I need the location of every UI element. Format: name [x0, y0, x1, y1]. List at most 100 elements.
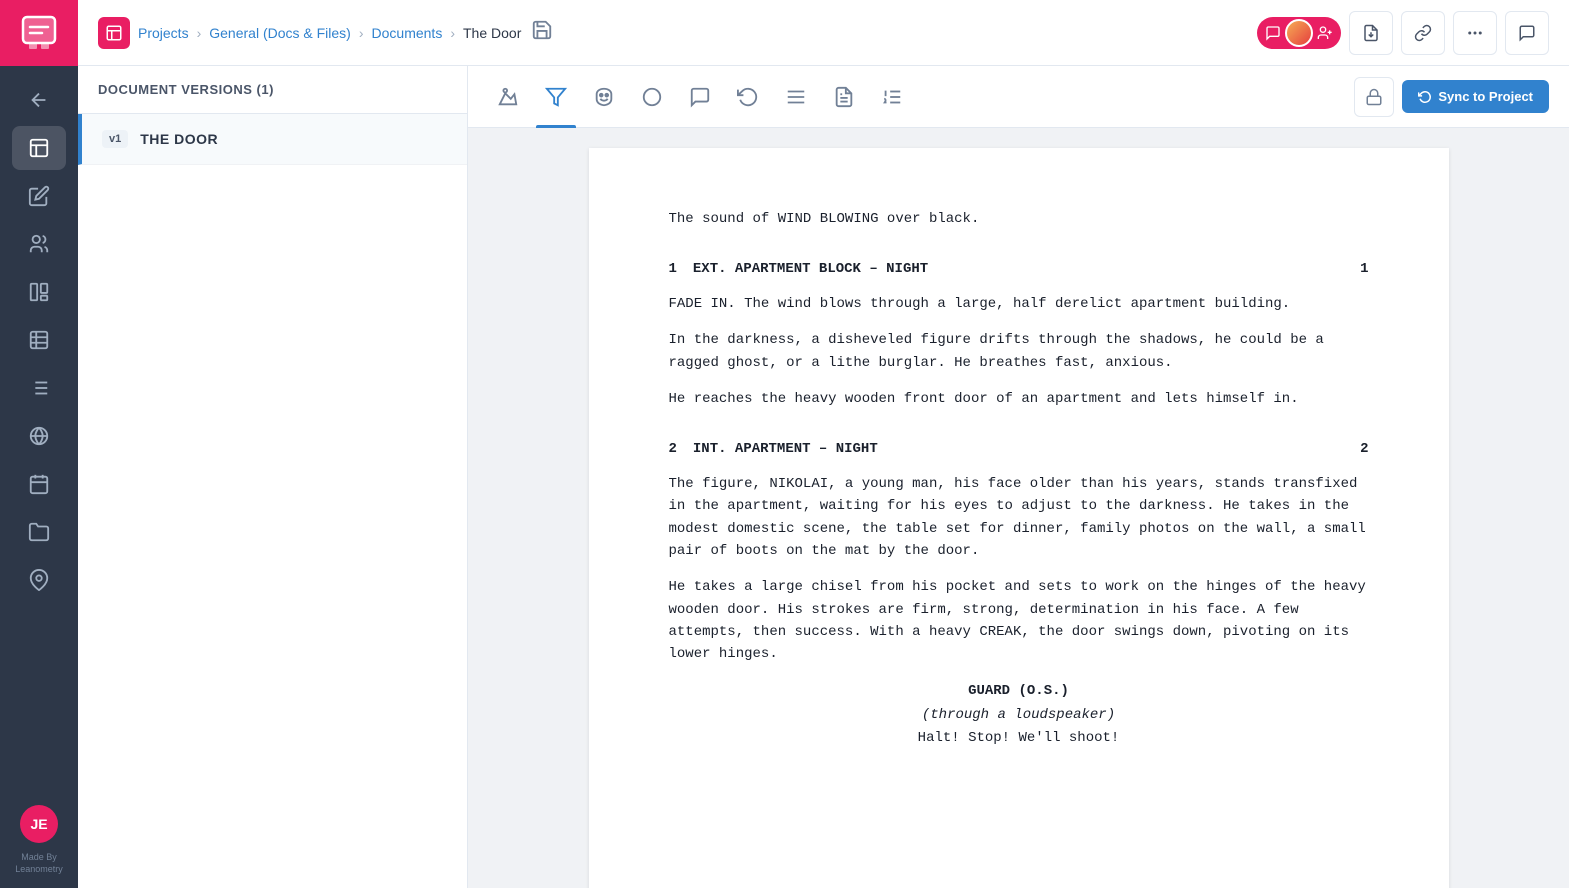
intro-text: The sound of WIND BLOWING over black.: [669, 208, 1369, 230]
people-icon: [28, 233, 50, 255]
sidebar: DOCUMENT VERSIONS (1) v1 THE DOOR: [78, 66, 468, 888]
version-title: THE DOOR: [140, 131, 218, 147]
lock-button[interactable]: [1354, 77, 1394, 117]
toolbar-scene[interactable]: [488, 77, 528, 117]
comments-icon: [689, 86, 711, 108]
back-icon: [28, 89, 50, 111]
breadcrumb-general[interactable]: General (Docs & Files): [209, 25, 351, 41]
list-icon: [28, 377, 50, 399]
nav-board[interactable]: [12, 270, 66, 314]
comments-panel-button[interactable]: [1505, 11, 1549, 55]
board-icon: [28, 281, 50, 303]
more-icon: [1466, 24, 1484, 42]
revisions-icon: [737, 86, 759, 108]
dialogue-line: Halt! Stop! We'll shoot!: [669, 727, 1369, 749]
logo-icon: [21, 15, 57, 51]
breadcrumb-sep-2: ›: [359, 25, 364, 41]
circle-icon: [641, 86, 663, 108]
document-page: The sound of WIND BLOWING over black. 1 …: [589, 148, 1449, 888]
nav-people[interactable]: [12, 222, 66, 266]
breadcrumb-current: The Door: [463, 25, 521, 41]
document-area[interactable]: The sound of WIND BLOWING over black. 1 …: [468, 128, 1569, 888]
scene-2-para-1: The figure, NIKOLAI, a young man, his fa…: [669, 473, 1369, 563]
scene-2-block: 2 INT. APARTMENT – NIGHT 2 The figure, N…: [669, 438, 1369, 749]
toolbar-outline[interactable]: [632, 77, 672, 117]
toolbar: Sync to Project: [468, 66, 1569, 128]
breadcrumb-projects[interactable]: Projects: [138, 25, 189, 41]
body-layout: DOCUMENT VERSIONS (1) v1 THE DOOR: [78, 66, 1569, 888]
back-button[interactable]: [12, 78, 66, 122]
app-logo[interactable]: [0, 0, 78, 66]
link-icon: [1414, 24, 1432, 42]
scene-1-heading-text: EXT. APARTMENT BLOCK – NIGHT: [693, 258, 1360, 280]
toolbar-revisions[interactable]: [728, 77, 768, 117]
export-button[interactable]: [1349, 11, 1393, 55]
lock-icon: [1365, 88, 1383, 106]
nav-sport[interactable]: [12, 414, 66, 458]
breadcrumb-sep-3: ›: [450, 25, 455, 41]
doc-type-icon: [98, 17, 130, 49]
numbering-icon: [881, 86, 903, 108]
top-header: Projects › General (Docs & Files) › Docu…: [78, 0, 1569, 66]
folder-icon: [28, 521, 50, 543]
save-button[interactable]: [531, 19, 553, 46]
scene-1-block: 1 EXT. APARTMENT BLOCK – NIGHT 1 FADE IN…: [669, 258, 1369, 410]
user-avatar[interactable]: JE: [20, 805, 58, 843]
sport-icon: [28, 425, 50, 447]
scene-1-heading: 1 EXT. APARTMENT BLOCK – NIGHT 1: [669, 258, 1369, 280]
version-item-1[interactable]: v1 THE DOOR: [78, 114, 467, 165]
toolbar-characters[interactable]: [584, 77, 624, 117]
nav-list[interactable]: [12, 366, 66, 410]
format-icon: [785, 86, 807, 108]
toolbar-area: Sync to Project The sound of WIND BLOWIN…: [468, 66, 1569, 888]
header-left: Projects › General (Docs & Files) › Docu…: [98, 17, 553, 49]
sidebar-header: DOCUMENT VERSIONS (1): [78, 66, 467, 114]
nav-folder[interactable]: [12, 510, 66, 554]
toolbar-notes[interactable]: [824, 77, 864, 117]
nav-document[interactable]: [12, 126, 66, 170]
character-name: GUARD (O.S.): [669, 680, 1369, 702]
sync-icon: [1418, 90, 1432, 104]
made-by-label: Made By Leanometry: [0, 851, 78, 876]
nav-edit[interactable]: [12, 174, 66, 218]
scene-2-heading-text: INT. APARTMENT – NIGHT: [693, 438, 1360, 460]
notes-icon: [833, 86, 855, 108]
main-area: Projects › General (Docs & Files) › Docu…: [78, 0, 1569, 888]
scene-1-number-left: 1: [669, 258, 677, 280]
sync-label: Sync to Project: [1438, 89, 1533, 104]
link-button[interactable]: [1401, 11, 1445, 55]
scene-2-number-left: 2: [669, 438, 677, 460]
nav-location[interactable]: [12, 558, 66, 602]
document-icon: [28, 137, 50, 159]
nav-calendar[interactable]: [12, 462, 66, 506]
collaborator-avatar: [1285, 19, 1313, 47]
toolbar-format[interactable]: [776, 77, 816, 117]
more-options-button[interactable]: [1453, 11, 1497, 55]
toolbar-script[interactable]: [536, 77, 576, 117]
doc-intro: The sound of WIND BLOWING over black.: [669, 208, 1369, 230]
table-icon: [28, 329, 50, 351]
save-icon: [531, 19, 553, 41]
chat-bubble-icon: [1265, 25, 1281, 41]
location-icon: [28, 569, 50, 591]
breadcrumb: Projects › General (Docs & Files) › Docu…: [138, 25, 521, 41]
sync-to-project-button[interactable]: Sync to Project: [1402, 80, 1549, 113]
parenthetical: (through a loudspeaker): [669, 704, 1369, 726]
scene-2-number-right: 2: [1360, 438, 1368, 460]
toolbar-comments[interactable]: [680, 77, 720, 117]
add-collaborator-icon: [1317, 25, 1333, 41]
nav-table[interactable]: [12, 318, 66, 362]
doc-icon: [105, 24, 123, 42]
mask-icon: [593, 86, 615, 108]
scene-1-para-3: He reaches the heavy wooden front door o…: [669, 388, 1369, 410]
toolbar-numbering[interactable]: [872, 77, 912, 117]
calendar-icon: [28, 473, 50, 495]
edit-icon: [28, 185, 50, 207]
scene-1-para-2: In the darkness, a disheveled figure dri…: [669, 329, 1369, 374]
mountain-icon: [497, 86, 519, 108]
scene-2-dialogue: GUARD (O.S.) (through a loudspeaker) Hal…: [669, 680, 1369, 749]
scene-2-heading: 2 INT. APARTMENT – NIGHT 2: [669, 438, 1369, 460]
breadcrumb-documents[interactable]: Documents: [372, 25, 443, 41]
comment-icon: [1518, 24, 1536, 42]
collaborators-group[interactable]: [1257, 17, 1341, 49]
